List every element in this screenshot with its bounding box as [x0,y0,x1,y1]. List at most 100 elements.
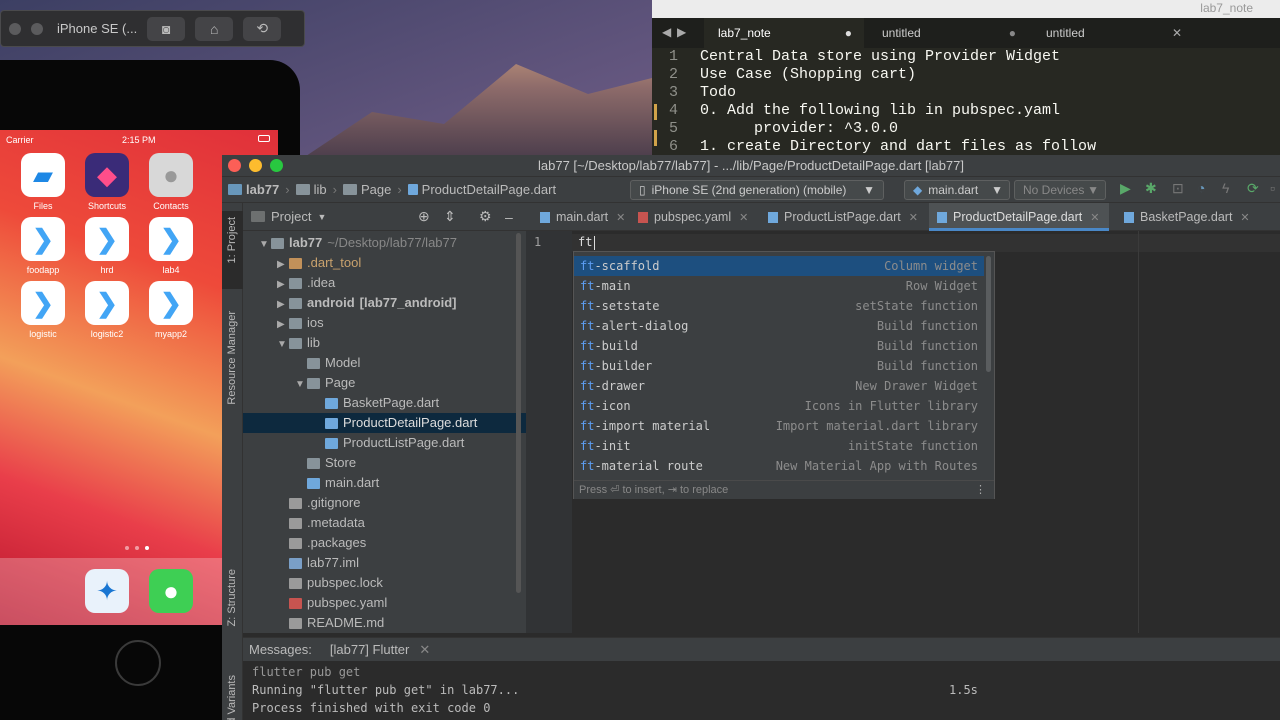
sublime-tab-active[interactable]: lab7_note ● [704,18,864,48]
tree-item[interactable]: Model [243,353,526,373]
minimize-dot[interactable] [31,22,43,35]
tree-item[interactable]: ▼ lib [243,333,526,353]
tree-item[interactable]: BasketPage.dart [243,393,526,413]
tree-item[interactable]: ▶ ios [243,313,526,333]
chevron-right-icon[interactable]: ▶ [277,255,289,275]
breadcrumb-lib[interactable]: lib [290,182,333,197]
tree-item[interactable]: README.md [243,613,526,633]
run-config-selector[interactable]: ◆ main.dart ▼ [904,180,1010,200]
tree-item[interactable]: ProductListPage.dart [243,433,526,453]
tree-item[interactable]: ▼ Page [243,373,526,393]
tree-item[interactable]: ▶ android [lab77_android] [243,293,526,313]
attach-icon[interactable]: ⊡ [1172,180,1184,197]
tool-tab-resource-manager[interactable]: Resource Manager [226,311,238,405]
chevron-down-icon[interactable]: ▼ [259,235,271,255]
completion-item[interactable]: ft-builder Build function [574,356,984,376]
completion-item[interactable]: ft-alert-dialog Build function [574,316,984,336]
tool-tab-structure[interactable]: Z: Structure [226,569,238,626]
gear-icon[interactable]: ⚙ [479,208,492,225]
tree-item[interactable]: ProductDetailPage.dart [243,413,526,433]
close-icon[interactable]: ✕ [616,212,625,224]
completion-item[interactable]: ft-setstate setState function [574,296,984,316]
sublime-text[interactable]: 1 Central Data store using Provider Widge… [652,48,1280,155]
chevron-down-icon[interactable]: ▼ [277,335,289,355]
completion-item[interactable]: ft-main Row Widget [574,276,984,296]
messages-icon[interactable]: ● [149,569,193,613]
chevron-right-icon[interactable]: ▶ [277,275,289,295]
app-logistic2[interactable]: ❯ logistic2 [84,281,130,339]
console-output[interactable]: flutter pub get Running "flutter pub get… [243,661,1280,720]
tree-item[interactable]: ▶ .dart_tool [243,253,526,273]
editor-tab[interactable]: main.dart ✕ [532,203,628,231]
editor-tab[interactable]: ProductListPage.dart ✕ [760,203,925,231]
tab-back-icon[interactable]: ◀ [662,25,671,39]
completion-item[interactable]: ft-material route New Material App with R… [574,456,984,476]
close-icon[interactable]: ✕ [1240,212,1249,224]
devices-combo[interactable]: No Devices ▼ [1014,180,1106,200]
breadcrumb-project[interactable]: lab77 [222,182,285,197]
tree-item[interactable]: lab77.iml [243,553,526,573]
tree-item[interactable]: Store [243,453,526,473]
completion-item[interactable]: ft-init initState function [574,436,984,456]
home-button[interactable] [115,640,161,686]
hot-reload-icon[interactable]: ϟ [1222,180,1229,196]
app-logistic[interactable]: ❯ logistic [20,281,66,339]
chevron-down-icon[interactable]: ▼ [317,212,326,222]
safari-icon[interactable]: ✦ [85,569,129,613]
app-contacts[interactable]: ● Contacts [148,153,194,211]
device-selector[interactable]: ▯ iPhone SE (2nd generation) (mobile) ▼ [630,180,884,200]
app-foodapp[interactable]: ❯ foodapp [20,217,66,275]
rotate-icon[interactable]: ⟲ [243,16,282,41]
tab-forward-icon[interactable]: ▶ [677,25,686,39]
debug-icon[interactable]: ✱ [1145,180,1157,197]
minimize-button[interactable] [249,159,262,172]
app-files[interactable]: ▰ Files [20,153,66,211]
sublime-tab[interactable]: untitled ✕ [1032,18,1192,48]
chevron-right-icon[interactable]: ▶ [277,295,289,315]
close-button[interactable] [228,159,241,172]
completion-item[interactable]: ft-import material Import material.dart l… [574,416,984,436]
tree-item[interactable]: ▶ .idea [243,273,526,293]
close-icon[interactable]: ✕ [909,212,918,224]
close-icon[interactable]: ✕ [1090,212,1099,224]
sublime-tab[interactable]: untitled ● [868,18,1028,48]
completion-item[interactable]: ft-drawer New Drawer Widget [574,376,984,396]
app-hrd[interactable]: ❯ hrd [84,217,130,275]
tool-tab-build-variants[interactable]: Build Variants [226,675,238,720]
close-dot[interactable] [9,22,21,35]
breadcrumb-page[interactable]: Page [337,182,397,197]
close-icon[interactable]: ✕ [739,212,748,224]
editor-tab[interactable]: BasketPage.dart ✕ [1116,203,1250,231]
sync-icon[interactable]: ⟳ [1247,180,1259,197]
completion-item[interactable]: ft-icon Icons in Flutter library [574,396,984,416]
completion-item[interactable]: ft-scaffold Column widget [574,256,984,276]
chevron-down-icon[interactable]: ▼ [295,375,307,395]
more-options-icon[interactable]: ⋮ [975,481,986,500]
tree-item[interactable]: pubspec.yaml [243,593,526,613]
app-lab4[interactable]: ❯ lab4 [148,217,194,275]
tree-item[interactable]: .metadata [243,513,526,533]
more-icon[interactable]: ▫ [1270,180,1275,196]
zoom-button[interactable] [270,159,283,172]
home-icon[interactable]: ⌂ [195,16,234,41]
tree-scrollbar[interactable] [516,233,521,593]
breadcrumb-file[interactable]: ProductDetailPage.dart [402,182,562,197]
tree-item[interactable]: pubspec.lock [243,573,526,593]
tool-tab-project[interactable]: 1: Project [226,217,238,263]
project-view-selector[interactable]: Project [271,209,311,224]
app-shortcuts[interactable]: ◆ Shortcuts [84,153,130,211]
messages-tab[interactable]: [lab77] Flutter ✕ [330,642,430,658]
tree-item[interactable]: ▼ lab77 ~/Desktop/lab77/lab77 [243,233,526,253]
completion-item[interactable]: ft-build Build function [574,336,984,356]
run-icon[interactable]: ▶ [1120,180,1131,197]
screenshot-icon[interactable]: ◙ [147,16,186,41]
app-myapp2[interactable]: ❯ myapp2 [148,281,194,339]
completion-scrollbar[interactable] [986,256,991,372]
editor-tab[interactable]: ProductDetailPage.dart ✕ [929,203,1109,231]
editor-tab[interactable]: pubspec.yaml ✕ [630,203,756,231]
tree-item[interactable]: main.dart [243,473,526,493]
chevron-right-icon[interactable]: ▶ [277,315,289,335]
tree-item[interactable]: .packages [243,533,526,553]
hide-icon[interactable]: – [505,209,513,225]
collapse-icon[interactable]: ⇕ [444,208,456,225]
